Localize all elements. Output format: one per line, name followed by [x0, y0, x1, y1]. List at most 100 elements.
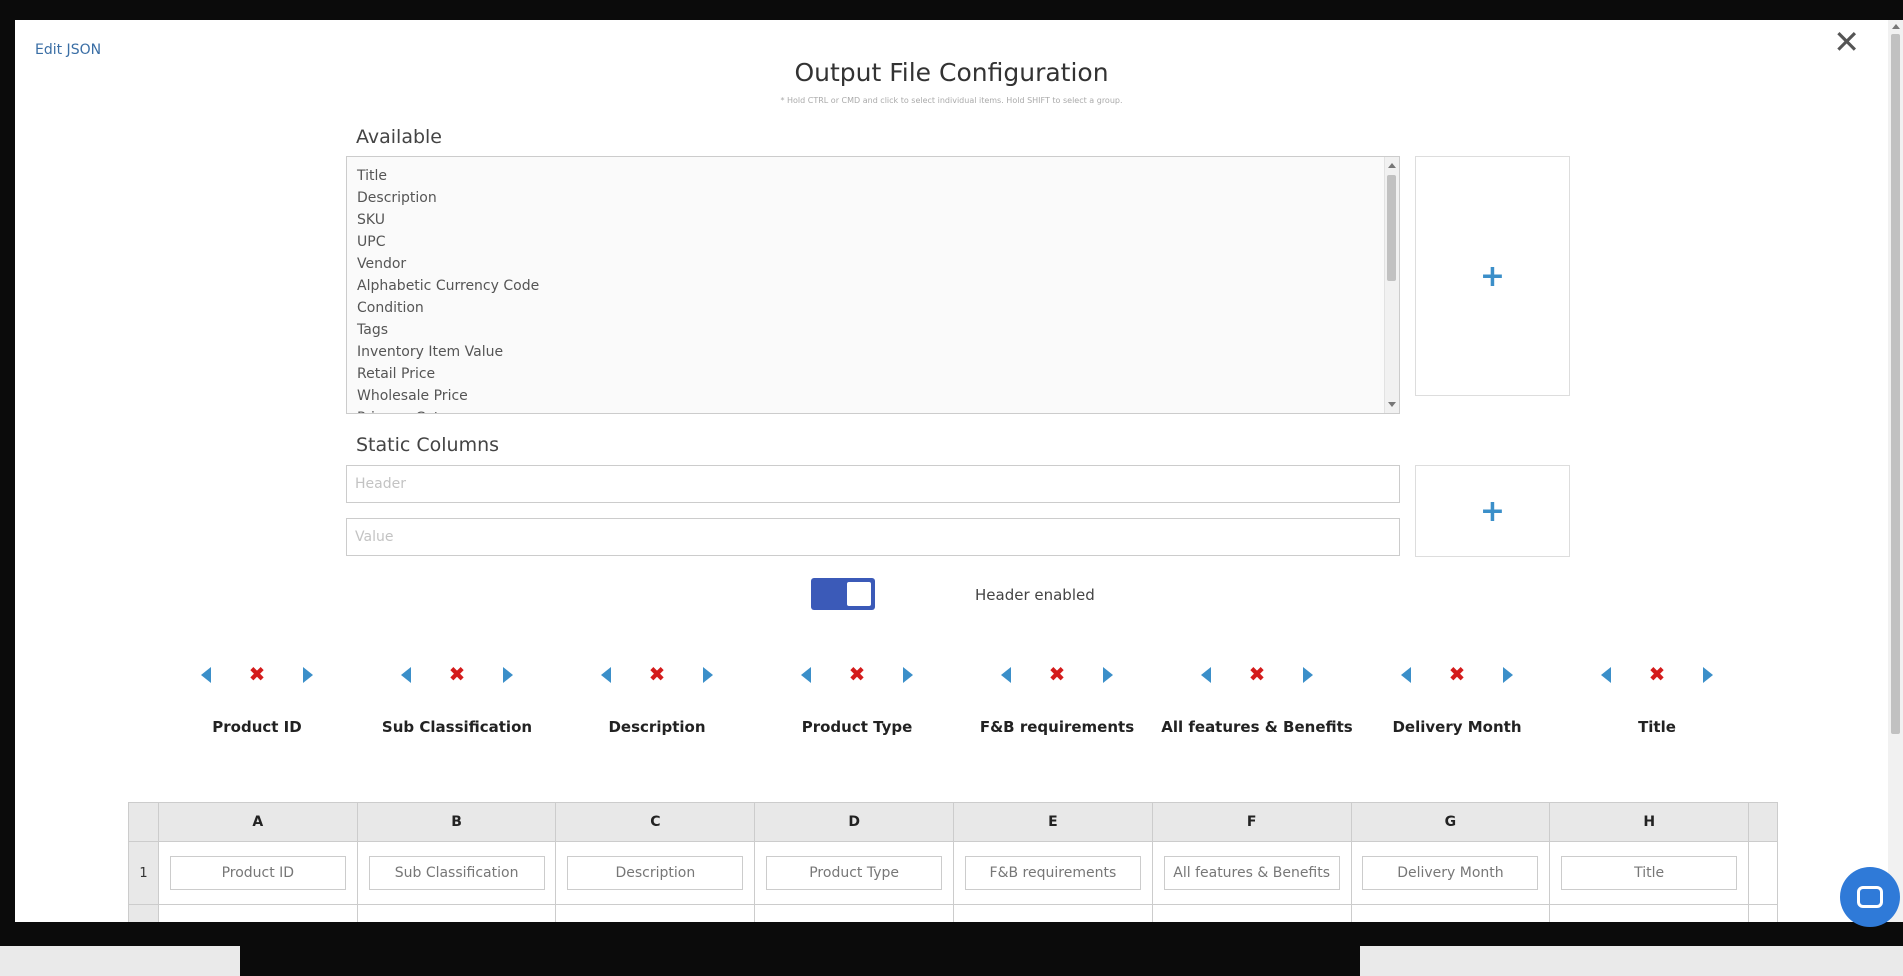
- edit-json-link[interactable]: Edit JSON: [35, 42, 101, 58]
- grid-corner: [128, 802, 159, 842]
- page-scroll-thumb[interactable]: [1891, 34, 1900, 734]
- grid-cell: [754, 904, 955, 922]
- grid-cell-value[interactable]: Description: [567, 856, 744, 890]
- available-item[interactable]: Vendor: [357, 253, 1389, 275]
- move-left-icon[interactable]: [601, 667, 611, 683]
- column-name: Product Type: [801, 718, 913, 736]
- scroll-thumb[interactable]: [1387, 175, 1396, 281]
- background-page-footer: [240, 946, 1360, 976]
- column-controls: ✖: [557, 658, 757, 690]
- remove-column-icon[interactable]: ✖: [847, 658, 867, 690]
- available-item[interactable]: Title: [357, 165, 1389, 187]
- listbox-scrollbar[interactable]: [1384, 157, 1399, 413]
- grid-cell: Delivery Month: [1350, 841, 1551, 905]
- page-scrollbar[interactable]: [1888, 20, 1903, 922]
- remove-column-icon[interactable]: ✖: [1647, 658, 1667, 690]
- selection-hint: * Hold CTRL or CMD and click to select i…: [780, 96, 1123, 105]
- grid-cell: [128, 904, 159, 922]
- grid-cell: [1151, 904, 1352, 922]
- value-input[interactable]: [346, 518, 1400, 556]
- column-controls: ✖: [1157, 658, 1357, 690]
- grid-cell-value[interactable]: Product Type: [766, 856, 943, 890]
- chat-button[interactable]: [1840, 867, 1900, 927]
- grid-column-letter: [1748, 802, 1778, 842]
- close-icon[interactable]: ✕: [1833, 26, 1860, 58]
- remove-column-icon[interactable]: ✖: [1247, 658, 1267, 690]
- move-left-icon[interactable]: [1401, 667, 1411, 683]
- move-right-icon[interactable]: [1703, 667, 1713, 683]
- grid-cell: Title: [1549, 841, 1750, 905]
- column-controls: ✖: [1557, 658, 1757, 690]
- grid-column-letter: B: [356, 802, 557, 842]
- grid-cell: [356, 904, 557, 922]
- grid-cell: Sub Classification: [356, 841, 557, 905]
- grid-cell-value[interactable]: F&B requirements: [964, 856, 1141, 890]
- grid-cell: [1350, 904, 1551, 922]
- header-enabled-toggle[interactable]: [811, 578, 875, 610]
- available-item[interactable]: Inventory Item Value: [357, 341, 1389, 363]
- available-item[interactable]: Retail Price: [357, 363, 1389, 385]
- move-right-icon[interactable]: [503, 667, 513, 683]
- move-right-icon[interactable]: [1303, 667, 1313, 683]
- grid-column-letter: A: [157, 802, 358, 842]
- grid-cell-value[interactable]: Product ID: [169, 856, 346, 890]
- move-right-icon[interactable]: [303, 667, 313, 683]
- grid-cell: [953, 904, 1153, 922]
- grid-column-letter: H: [1549, 802, 1750, 842]
- column-controls: ✖: [357, 658, 557, 690]
- column-controls: ✖: [757, 658, 957, 690]
- scroll-up-icon[interactable]: [1388, 163, 1396, 168]
- move-left-icon[interactable]: [1001, 667, 1011, 683]
- move-right-icon[interactable]: [903, 667, 913, 683]
- scroll-up-icon[interactable]: [1892, 24, 1900, 29]
- remove-column-icon[interactable]: ✖: [1447, 658, 1467, 690]
- remove-column-icon[interactable]: ✖: [247, 658, 267, 690]
- grid-column-letter: G: [1350, 802, 1551, 842]
- grid-column-letter: E: [953, 802, 1153, 842]
- header-input[interactable]: [346, 465, 1400, 503]
- toggle-knob: [847, 582, 871, 606]
- grid-cell: [1748, 904, 1778, 922]
- available-item[interactable]: Wholesale Price: [357, 385, 1389, 407]
- move-left-icon[interactable]: [201, 667, 211, 683]
- grid-cell-value[interactable]: Delivery Month: [1362, 856, 1539, 890]
- grid-column-letter: F: [1151, 802, 1352, 842]
- grid-cell: All features & Benefits: [1151, 841, 1352, 905]
- column-controls: ✖: [157, 658, 357, 690]
- add-available-button[interactable]: +: [1415, 156, 1570, 396]
- remove-column-icon[interactable]: ✖: [647, 658, 667, 690]
- available-item[interactable]: Alphabetic Currency Code: [357, 275, 1389, 297]
- move-left-icon[interactable]: [1601, 667, 1611, 683]
- grid-cell: Product ID: [157, 841, 358, 905]
- scroll-down-icon[interactable]: [1388, 402, 1396, 407]
- move-left-icon[interactable]: [801, 667, 811, 683]
- move-left-icon[interactable]: [401, 667, 411, 683]
- remove-column-icon[interactable]: ✖: [447, 658, 467, 690]
- column-name: Sub Classification: [381, 718, 533, 736]
- available-listbox[interactable]: Title Description SKU UPC Vendor Alphabetic C…: [346, 156, 1400, 414]
- available-item[interactable]: Description: [357, 187, 1389, 209]
- remove-column-icon[interactable]: ✖: [1047, 658, 1067, 690]
- move-left-icon[interactable]: [1201, 667, 1211, 683]
- available-item[interactable]: Condition: [357, 297, 1389, 319]
- move-right-icon[interactable]: [1103, 667, 1113, 683]
- plus-icon: +: [1479, 493, 1506, 529]
- header-enabled-label: Header enabled: [975, 586, 1095, 604]
- grid-cell: Description: [555, 841, 756, 905]
- move-right-icon[interactable]: [703, 667, 713, 683]
- available-item[interactable]: Primary Category: [357, 407, 1389, 413]
- available-item[interactable]: UPC: [357, 231, 1389, 253]
- available-item[interactable]: Tags: [357, 319, 1389, 341]
- column-name: Description: [608, 718, 706, 736]
- add-static-column-button[interactable]: +: [1415, 465, 1570, 557]
- grid-cell-value[interactable]: Sub Classification: [368, 856, 545, 890]
- preview-grid: A B C D E F G H 1 Product ID Sub Classification Des…: [128, 802, 1778, 922]
- grid-cell-value[interactable]: Title: [1561, 856, 1738, 890]
- column-name: Product ID: [212, 718, 302, 736]
- grid-cell-value[interactable]: All features & Benefits: [1163, 856, 1340, 890]
- grid-cell: [1549, 904, 1750, 922]
- available-item[interactable]: SKU: [357, 209, 1389, 231]
- move-right-icon[interactable]: [1503, 667, 1513, 683]
- grid-cell: Product Type: [754, 841, 955, 905]
- output-config-modal: Edit JSON ✕ Output File Configuration * …: [15, 20, 1888, 922]
